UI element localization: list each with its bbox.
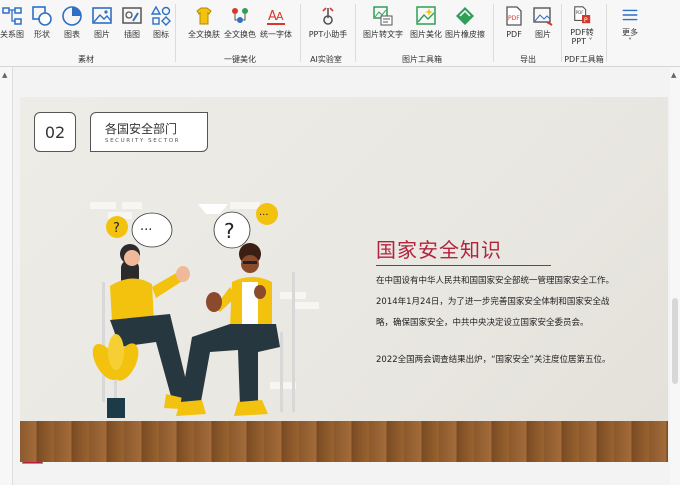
- ribbon-separator: [561, 4, 562, 62]
- color-change-icon: [232, 8, 248, 23]
- tool-label: 统一字体: [260, 30, 292, 39]
- unify-font-tool[interactable]: A A 统一字体: [260, 2, 292, 46]
- tool-label: 全文换色: [224, 30, 256, 39]
- tool-label: 图片橡皮擦: [445, 30, 485, 39]
- section-title: 各国安全部门: [105, 122, 178, 136]
- ribbon-separator: [493, 4, 494, 62]
- ribbon-toolbar: 关系图 形状 图表 图片 插图 图标 全文换肤 全文换色 A A 统一字体 PPT小助手 图片转文字 图片…: [0, 0, 680, 67]
- section-subtitle: SECURITY SECTOR: [105, 138, 181, 144]
- tool-label: 图片转文字: [363, 30, 403, 39]
- tool-label-2: PPT ˅: [571, 37, 593, 46]
- export-pdf-tool[interactable]: PDF PDF: [498, 2, 530, 46]
- scroll-up-arrow-icon[interactable]: ▲: [671, 71, 676, 79]
- tool-label: 关系图: [0, 30, 24, 39]
- pdf-icon: PDF: [506, 6, 522, 26]
- ribbon-group-label: AI实验室: [310, 55, 342, 64]
- tool-label: PPT小助手: [308, 30, 348, 39]
- svg-text:?: ?: [224, 219, 235, 243]
- tool-label: 图片: [94, 30, 110, 39]
- ribbon-group-label: 导出: [520, 55, 536, 64]
- shape-icon: [32, 6, 52, 26]
- ribbon-separator: [606, 4, 607, 62]
- ppt-assistant-tool[interactable]: PPT小助手: [309, 2, 347, 46]
- tool-label: 图标: [153, 30, 169, 39]
- slide-canvas[interactable]: 02 各国安全部门 SECURITY SECTOR ? ··· ? ··· 国家…: [20, 97, 668, 462]
- ribbon-group-label: 一键美化: [224, 55, 256, 64]
- pdf-to-ppt-tool[interactable]: PDF P PDF转 PPT ˅: [566, 2, 598, 46]
- svg-text:A: A: [276, 10, 284, 23]
- tool-label: 全文换肤: [188, 30, 220, 39]
- body-paragraph-2: 2022全国两会调查结果出炉，“国家安全”关注度位居第五位。: [376, 355, 611, 365]
- ribbon-group-label: 图片工具箱: [402, 55, 442, 64]
- svg-text:···: ···: [259, 210, 269, 221]
- svg-text:···: ···: [140, 223, 152, 238]
- tool-label-2: ˅: [628, 37, 632, 46]
- picture-tool[interactable]: 图片: [86, 2, 118, 46]
- ribbon-separator: [355, 4, 356, 62]
- tool-label: 插图: [124, 30, 140, 39]
- more-tool[interactable]: 更多 ˅: [614, 2, 646, 46]
- svg-text:PDF: PDF: [576, 10, 585, 15]
- tool-label: 更多: [622, 28, 638, 37]
- skin-icon: [196, 7, 212, 25]
- image-beautify-tool[interactable]: 图片美化: [410, 2, 442, 46]
- ribbon-group-label: PDF工具箱: [564, 55, 604, 64]
- more-icon: [622, 9, 638, 21]
- image-eraser-icon: [456, 7, 474, 25]
- illustration-tool[interactable]: 插图: [116, 2, 148, 46]
- left-panel-scroll[interactable]: ▲: [0, 67, 13, 485]
- section-title-box: 各国安全部门 SECURITY SECTOR: [90, 112, 208, 152]
- scroll-up-arrow-icon[interactable]: ▲: [2, 71, 7, 79]
- font-icon: AA: [267, 9, 285, 25]
- export-image-icon: [533, 7, 553, 26]
- picture-icon: [92, 7, 112, 24]
- conversation-illustration: ? ··· ? ···: [90, 202, 319, 418]
- image-to-text-icon: [373, 6, 393, 26]
- svg-text:P: P: [584, 17, 588, 24]
- pdf-to-ppt-icon: PDF P: [574, 6, 591, 24]
- tool-label: 图片美化: [410, 30, 442, 39]
- image-beautify-icon: [416, 6, 436, 25]
- image-eraser-tool[interactable]: 图片橡皮擦: [445, 2, 485, 46]
- tool-label: 图表: [64, 30, 80, 39]
- vertical-scrollbar[interactable]: ▲: [670, 67, 680, 485]
- svg-text:?: ?: [113, 221, 120, 236]
- image-to-text-tool[interactable]: 图片转文字: [363, 2, 403, 46]
- body-paragraph-1: 在中国设有中华人民共和国国家安全部统一管理国家安全工作。2014年1月24日，为…: [376, 276, 615, 328]
- export-image-tool[interactable]: 图片: [527, 2, 559, 46]
- section-number: 02: [44, 122, 66, 142]
- full-text-color-tool[interactable]: 全文换色: [224, 2, 256, 46]
- illustration-icon: [122, 7, 142, 24]
- ribbon-separator: [300, 4, 301, 62]
- svg-text:PDF: PDF: [508, 15, 520, 22]
- tool-label: PDF: [506, 30, 522, 39]
- relation-diagram-tool[interactable]: 关系图: [0, 2, 28, 46]
- relation-diagram-icon: [2, 7, 22, 25]
- scrollbar-thumb[interactable]: [672, 298, 678, 384]
- ribbon-separator: [175, 4, 176, 62]
- tool-label: 图片: [535, 30, 551, 39]
- icons-icon: [150, 5, 171, 26]
- chart-tool[interactable]: 图表: [56, 2, 88, 46]
- icon-tool[interactable]: 图标: [145, 2, 177, 46]
- heading-underline: [376, 265, 551, 266]
- chart-icon: [62, 6, 82, 26]
- section-number-box: 02: [34, 112, 76, 152]
- ribbon-group-label: 素材: [78, 55, 94, 64]
- assistant-icon: [322, 7, 334, 25]
- tool-label: 形状: [34, 30, 50, 39]
- shape-tool[interactable]: 形状: [26, 2, 58, 46]
- full-text-skin-tool[interactable]: 全文换肤: [188, 2, 220, 46]
- slide-heading: 国家安全知识: [376, 238, 502, 262]
- tool-label: PDF转: [570, 28, 594, 37]
